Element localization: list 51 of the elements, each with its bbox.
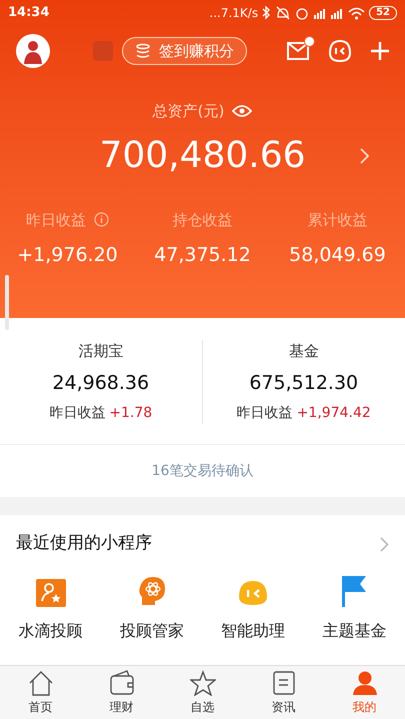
- total-assets-amount: 700,480.66: [99, 134, 306, 178]
- yesterday-label: 昨日收益: [236, 404, 293, 423]
- document-icon: [270, 670, 296, 696]
- add-icon[interactable]: [371, 42, 389, 60]
- battery-indicator: 52: [369, 6, 397, 20]
- signal-icon: [331, 7, 342, 19]
- tab-item[interactable]: 首页: [0, 666, 81, 719]
- holding-name: 活期宝: [78, 341, 124, 362]
- total-assets-label: 总资产(元): [152, 101, 224, 122]
- holding-name: 基金: [288, 341, 319, 362]
- signal-icon: [314, 7, 326, 19]
- head-atom-icon: [136, 575, 167, 607]
- bluetooth-icon: [262, 6, 270, 20]
- holding-amount: 24,968.36: [52, 370, 150, 396]
- smiley-icon[interactable]: [329, 40, 351, 62]
- clock: 14:34: [8, 4, 50, 22]
- earnings-label: 昨日收益: [26, 210, 86, 230]
- earnings-label: 累计收益: [308, 210, 368, 230]
- earnings-value: 58,049.69: [289, 243, 386, 268]
- flag-icon: [341, 575, 368, 607]
- earnings-value: 47,375.12: [154, 243, 251, 268]
- mini-program-item[interactable]: 水滴投顾: [0, 573, 102, 643]
- section-title: 最近使用的小程序: [16, 532, 153, 556]
- smiley-icon: [237, 579, 270, 607]
- network-speed: ...7.1K/s: [209, 5, 258, 22]
- tab-item[interactable]: 理财: [81, 666, 162, 719]
- tab-item[interactable]: 自选: [162, 666, 243, 719]
- home-icon: [28, 670, 54, 696]
- avatar[interactable]: [16, 34, 50, 68]
- info-icon[interactable]: [94, 212, 109, 228]
- mini-program-item[interactable]: 智能助理: [202, 573, 304, 643]
- chevron-right-icon[interactable]: [360, 148, 370, 164]
- faded-square-icon: [93, 41, 113, 61]
- mini-program-item[interactable]: 投顾管家: [101, 573, 202, 643]
- holding-amount: 675,512.30: [249, 370, 358, 396]
- eye-icon[interactable]: [232, 104, 252, 118]
- user-icon: [352, 670, 378, 696]
- yesterday-label: 昨日收益: [49, 404, 106, 423]
- earnings-label: 持仓收益: [172, 210, 232, 230]
- mail-icon[interactable]: [287, 42, 309, 60]
- wallet-icon: [108, 670, 134, 696]
- tab-item[interactable]: 资讯: [243, 666, 324, 719]
- earnings-value: +1,976.20: [17, 243, 118, 268]
- wifi-icon: [348, 6, 366, 20]
- yesterday-value: +1,974.42: [296, 404, 371, 423]
- coins-icon: [135, 43, 151, 59]
- scroll-indicator: [5, 275, 9, 330]
- mini-program-item[interactable]: 主题基金: [304, 573, 405, 643]
- star-icon: [190, 670, 216, 696]
- bell-off-icon: [276, 6, 290, 20]
- yesterday-value: +1.78: [109, 404, 152, 423]
